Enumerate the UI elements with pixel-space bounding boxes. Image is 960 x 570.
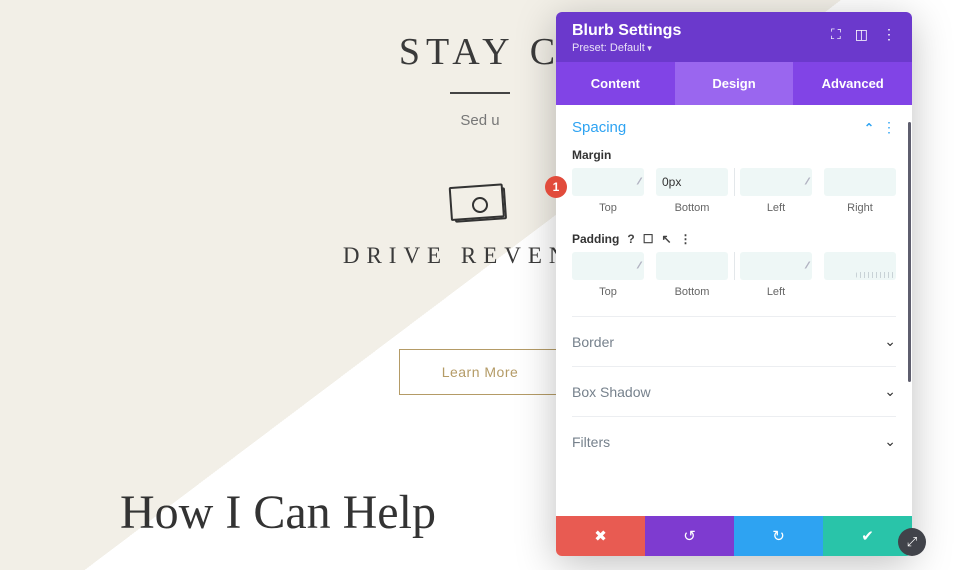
panel-title: Blurb Settings xyxy=(572,22,681,40)
tab-design[interactable]: Design xyxy=(675,62,794,105)
link-icon[interactable]: ⁄⁄ xyxy=(639,261,640,272)
padding-right-input[interactable] xyxy=(824,252,896,280)
chevron-down-icon xyxy=(884,333,896,350)
margin-left-label: Left xyxy=(740,202,812,214)
link-icon[interactable]: ⁄⁄ xyxy=(807,261,808,272)
padding-left-label: Left xyxy=(740,286,812,298)
border-label: Border xyxy=(572,334,614,350)
section-options-icon[interactable] xyxy=(882,119,896,136)
blurb-settings-panel: Blurb Settings Preset: Default ⛶ ◫ ⋮ Con… xyxy=(556,12,912,556)
cancel-button[interactable]: ✖ xyxy=(556,516,645,556)
border-section[interactable]: Border xyxy=(572,316,896,366)
snap-icon[interactable]: ◫ xyxy=(855,26,868,43)
padding-label: Padding xyxy=(572,232,619,246)
link-icon[interactable]: ⁄⁄ xyxy=(807,177,808,188)
margin-left-input[interactable]: ⁄⁄ xyxy=(740,168,812,196)
padding-right-label xyxy=(824,286,896,298)
panel-scrollbar[interactable] xyxy=(908,122,911,382)
margin-right-input[interactable] xyxy=(824,168,896,196)
padding-bottom-label: Bottom xyxy=(656,286,728,298)
box-shadow-section[interactable]: Box Shadow xyxy=(572,366,896,416)
tab-content[interactable]: Content xyxy=(556,62,675,105)
margin-top-input[interactable]: ⁄⁄ xyxy=(572,168,644,196)
drag-handle-button[interactable]: ⤢ xyxy=(898,528,926,556)
filters-section[interactable]: Filters xyxy=(572,416,896,466)
undo-button[interactable]: ↺ xyxy=(645,516,734,556)
padding-top-label: Top xyxy=(572,286,644,298)
padding-left-input[interactable]: ⁄⁄ xyxy=(740,252,812,280)
chevron-down-icon xyxy=(884,433,896,450)
box-shadow-label: Box Shadow xyxy=(572,384,651,400)
filters-label: Filters xyxy=(572,434,610,450)
padding-options-icon[interactable]: ⋮ xyxy=(680,232,692,246)
learn-more-button[interactable]: Learn More xyxy=(399,349,562,395)
link-icon[interactable]: ⁄⁄ xyxy=(639,177,640,188)
help-icon[interactable]: ? xyxy=(627,232,634,246)
margin-label: Margin xyxy=(572,148,896,162)
phone-icon[interactable]: ☐ xyxy=(643,232,654,246)
tab-advanced[interactable]: Advanced xyxy=(793,62,912,105)
margin-right-label: Right xyxy=(824,202,896,214)
annotation-marker-1: 1 xyxy=(545,176,567,198)
hover-icon[interactable]: ↖ xyxy=(661,232,671,246)
margin-bottom-input[interactable] xyxy=(656,168,728,196)
chevron-up-icon[interactable] xyxy=(864,119,874,136)
padding-top-input[interactable]: ⁄⁄ xyxy=(572,252,644,280)
money-icon xyxy=(453,187,507,223)
padding-bottom-input[interactable] xyxy=(656,252,728,280)
chevron-down-icon xyxy=(884,383,896,400)
more-icon[interactable]: ⋮ xyxy=(882,26,896,43)
divider-line xyxy=(450,92,510,94)
preset-dropdown[interactable]: Preset: Default xyxy=(572,42,681,54)
resize-handle-icon[interactable] xyxy=(856,272,894,278)
margin-bottom-label: Bottom xyxy=(656,202,728,214)
margin-top-label: Top xyxy=(572,202,644,214)
expand-icon[interactable]: ⛶ xyxy=(831,26,841,43)
spacing-section-title[interactable]: Spacing xyxy=(572,119,626,136)
redo-button[interactable]: ↻ xyxy=(734,516,823,556)
panel-tabs: Content Design Advanced xyxy=(556,62,912,105)
panel-header[interactable]: Blurb Settings Preset: Default ⛶ ◫ ⋮ xyxy=(556,12,912,62)
